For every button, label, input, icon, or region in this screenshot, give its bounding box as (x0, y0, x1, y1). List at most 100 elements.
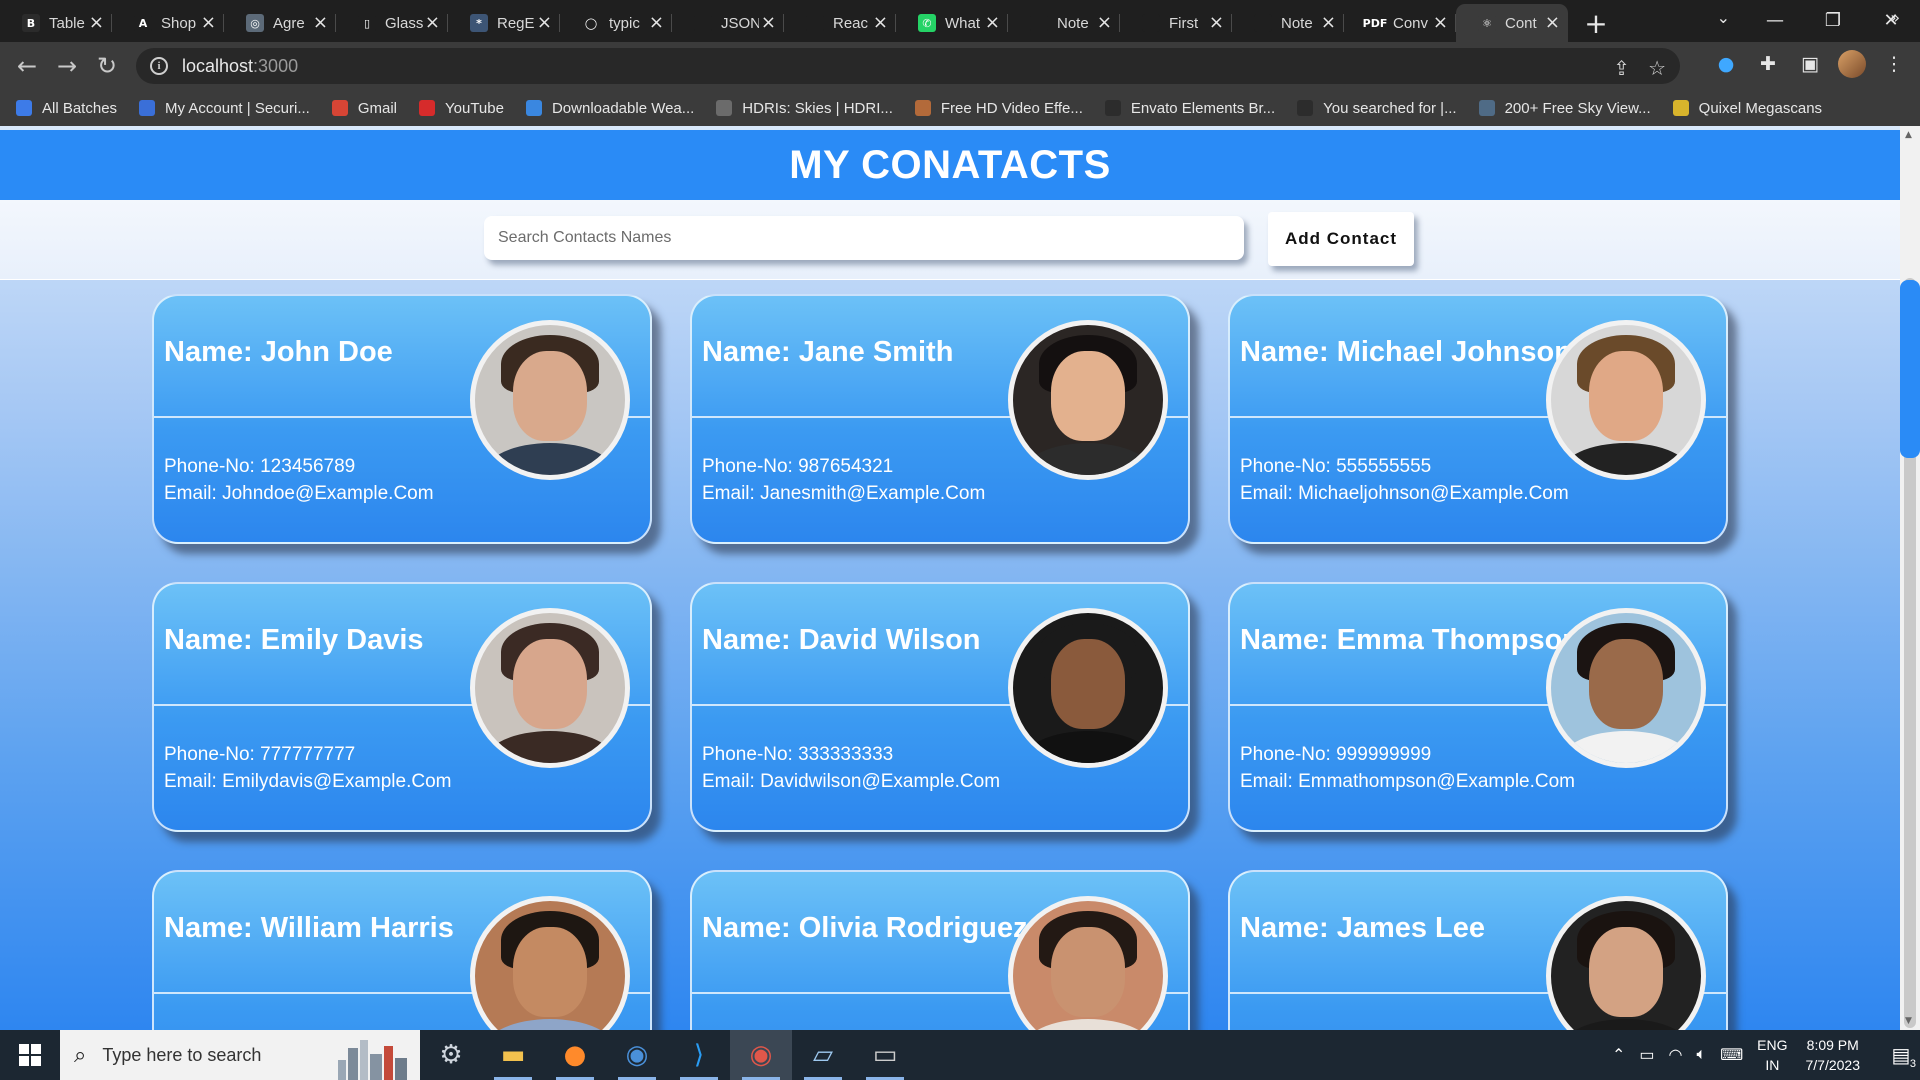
contact-card[interactable]: Name: Olivia Rodriguez (690, 870, 1190, 1030)
avatar-shoulders (485, 1019, 615, 1030)
close-tab-icon[interactable]: × (1321, 14, 1336, 32)
contact-email: Email: Michaeljohnson@Example.Com (1240, 483, 1569, 504)
site-info-icon[interactable]: i (150, 57, 168, 75)
contact-phone: Phone-No: 999999999 (1240, 744, 1432, 765)
contact-card[interactable]: Name: James Lee (1228, 870, 1728, 1030)
browser-tab[interactable]: JSON × (672, 4, 784, 42)
close-tab-icon[interactable]: × (1433, 14, 1448, 32)
bookmark-item[interactable]: All Batches (16, 100, 117, 117)
px-icon (1478, 100, 1495, 116)
browser-tab[interactable]: Note × (1232, 4, 1344, 42)
tab-title: First (1169, 14, 1199, 32)
bookmark-star-icon[interactable]: ☆ (1648, 56, 1666, 80)
browser-tab[interactable]: ◎ Agre × (224, 4, 336, 42)
contact-card[interactable]: Name: Emma Thompson Phone-No: 999999999 Em… (1228, 582, 1728, 832)
close-tab-icon[interactable]: × (985, 14, 1000, 32)
close-tab-icon[interactable]: × (1209, 14, 1224, 32)
close-tab-icon[interactable]: × (313, 14, 328, 32)
bookmark-item[interactable]: Downloadable Wea... (525, 100, 694, 117)
clock[interactable]: 8:09 PM 7/7/2023 (1806, 1035, 1861, 1075)
contact-card[interactable]: Name: Michael Johnson Phone-No: 555555555… (1228, 294, 1728, 544)
browser-tab[interactable]: ✆ What × (896, 4, 1008, 42)
browser-tab[interactable]: A Shop × (112, 4, 224, 42)
bookmark-item[interactable]: YouTube (419, 100, 504, 117)
restore-button[interactable]: ❐ (1804, 0, 1862, 40)
back-button[interactable]: ← (7, 46, 47, 86)
minimize-button[interactable]: — (1746, 0, 1804, 40)
close-tab-icon[interactable]: × (1545, 14, 1560, 32)
tab-title: typic (609, 14, 640, 32)
address-bar[interactable]: i localhost:3000 ⇪ ☆ (136, 48, 1680, 84)
language-indicator[interactable]: ENG IN (1757, 1035, 1787, 1075)
reload-button[interactable]: ↻ (87, 46, 127, 86)
forward-button[interactable]: → (47, 46, 87, 86)
browser-tab[interactable]: B Table × (0, 4, 112, 42)
close-tab-icon[interactable]: × (425, 14, 440, 32)
page-scrollbar[interactable]: ▲ ▼ (1900, 126, 1920, 1030)
bookmark-item[interactable]: My Account | Securi... (139, 100, 310, 117)
close-tab-icon[interactable]: × (201, 14, 216, 32)
scrollbar-thumb[interactable] (1900, 280, 1920, 458)
side-panel-icon[interactable]: ▣ (1796, 50, 1824, 78)
close-tab-icon[interactable]: × (89, 14, 104, 32)
new-tab-button[interactable]: + (1576, 4, 1616, 42)
taskbar-app[interactable]: ◉ (606, 1030, 668, 1080)
taskbar-search[interactable]: ⌕ Type here to search (60, 1030, 420, 1080)
start-button[interactable] (0, 1030, 60, 1080)
bookmark-item[interactable]: Free HD Video Effe... (914, 100, 1083, 117)
taskbar-app[interactable]: ● (544, 1030, 606, 1080)
close-tab-icon[interactable]: × (761, 14, 776, 32)
taskbar-app[interactable]: ▬ (482, 1030, 544, 1080)
scroll-down-arrow-icon[interactable]: ▼ (1905, 1016, 1912, 1026)
contact-avatar (1546, 320, 1706, 480)
system-tray: ⌃ ▭ ◠ 🔈︎ ⌨ ENG IN 8:09 PM 7/7/2023 ▤ 3 (1612, 1030, 1920, 1080)
close-tab-icon[interactable]: × (873, 14, 888, 32)
browser-tab[interactable]: * RegE × (448, 4, 560, 42)
contact-card[interactable]: Name: David Wilson Phone-No: 333333333 Ema… (690, 582, 1190, 832)
tray-overflow-chevron-icon[interactable]: ⌃ (1612, 1045, 1625, 1065)
contact-card[interactable]: Name: Emily Davis Phone-No: 777777777 Emai… (152, 582, 652, 832)
browser-tab[interactable]: First × (1120, 4, 1232, 42)
wifi-icon[interactable]: ◠ (1668, 1045, 1682, 1065)
notifications-icon[interactable]: ▤ 3 (1882, 1030, 1920, 1080)
taskbar-app[interactable]: ⟩ (668, 1030, 730, 1080)
browser-tab[interactable]: PDF Conv × (1344, 4, 1456, 42)
browser-tab[interactable]: Note × (1008, 4, 1120, 42)
bookmark-item[interactable]: 200+ Free Sky View... (1478, 100, 1651, 117)
taskbar-app[interactable]: ⚙ (420, 1030, 482, 1080)
bookmark-item[interactable]: Envato Elements Br... (1104, 99, 1276, 117)
browser-tab[interactable]: ⚛ Cont × (1456, 4, 1568, 42)
volume-icon[interactable]: 🔈︎ (1696, 1046, 1706, 1064)
keyboard-icon[interactable]: ⌨ (1720, 1045, 1743, 1065)
browser-tab[interactable]: ◯ typic × (560, 4, 672, 42)
bookmark-item[interactable]: Quixel Megascans (1672, 100, 1822, 117)
close-tab-icon[interactable]: × (537, 14, 552, 32)
bookmark-item[interactable]: Gmail (331, 100, 397, 117)
add-contact-button[interactable]: Add Contact (1268, 212, 1414, 266)
contact-card[interactable]: Name: Jane Smith Phone-No: 987654321 Email… (690, 294, 1190, 544)
scroll-up-arrow-icon[interactable]: ▲ (1905, 130, 1912, 140)
close-tab-icon[interactable]: × (1097, 14, 1112, 32)
extensions-puzzle-icon[interactable]: ✚ (1754, 50, 1782, 78)
tab-search-chevron-icon[interactable]: ⌄ (1717, 8, 1730, 27)
bookmark-label: Envato Elements Br... (1130, 99, 1276, 117)
battery-icon[interactable]: ▭ (1639, 1045, 1654, 1065)
edge-extension-icon[interactable]: ● (1712, 50, 1740, 78)
bookmarks-overflow-icon[interactable]: » (1890, 8, 1900, 27)
contact-card[interactable]: Name: John Doe Phone-No: 123456789 Email: … (152, 294, 652, 544)
bookmark-label: YouTube (445, 99, 504, 117)
taskbar-app[interactable]: ▱ (792, 1030, 854, 1080)
profile-avatar[interactable] (1838, 50, 1866, 78)
browser-tab[interactable]: Reac × (784, 4, 896, 42)
close-tab-icon[interactable]: × (649, 14, 664, 32)
search-input[interactable] (484, 216, 1244, 260)
taskbar-app[interactable]: ▭ (854, 1030, 916, 1080)
contact-email: Email: Emmathompson@Example.Com (1240, 771, 1576, 792)
menu-kebab-icon[interactable]: ⋮ (1880, 50, 1908, 78)
share-icon[interactable]: ⇪ (1613, 56, 1630, 80)
bookmark-item[interactable]: You searched for |... (1297, 100, 1457, 117)
taskbar-app[interactable]: ◉ (730, 1030, 792, 1080)
contact-card[interactable]: Name: William Harris (152, 870, 652, 1030)
browser-tab[interactable]: ▯ Glass × (336, 4, 448, 42)
bookmark-item[interactable]: HDRIs: Skies | HDRI... (716, 100, 893, 117)
